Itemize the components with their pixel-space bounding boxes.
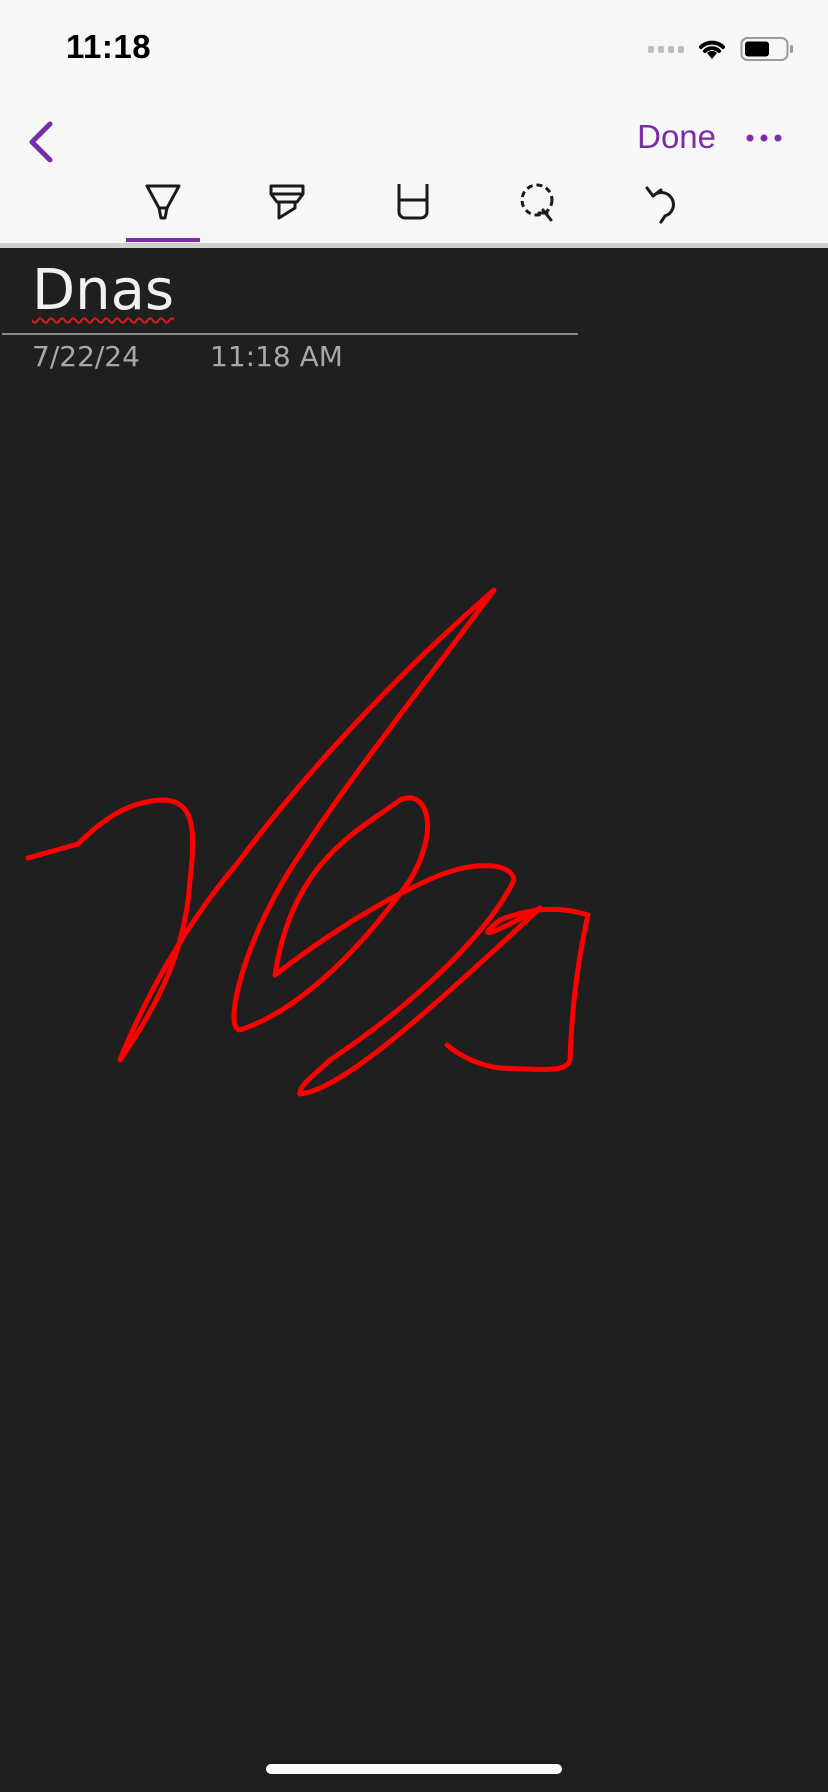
wifi-icon	[699, 40, 725, 59]
page-title[interactable]: Dnas	[32, 258, 174, 323]
drawing-toolbar	[0, 180, 828, 246]
cellular-signal-icon	[648, 45, 684, 53]
lasso-select-icon	[520, 183, 554, 222]
highlighter-icon	[269, 184, 305, 220]
top-bar: 11:18 Done	[0, 0, 828, 248]
note-screen: 11:18 Done Dnas 7/22/24 11:18 AM	[0, 0, 828, 1792]
undo-button[interactable]	[628, 180, 702, 242]
page-date: 7/22/24	[32, 340, 140, 373]
eraser-tool-button[interactable]	[376, 180, 450, 242]
pen-icon	[145, 184, 181, 220]
battery-icon	[740, 37, 793, 61]
lasso-tool-button[interactable]	[502, 180, 576, 242]
done-button[interactable]: Done	[637, 118, 716, 156]
back-button[interactable]	[22, 118, 62, 166]
undo-icon	[645, 186, 675, 224]
page-time: 11:18 AM	[210, 340, 343, 373]
more-options-button[interactable]	[744, 126, 784, 150]
nav-bar: Done	[0, 112, 828, 172]
ellipsis-icon	[746, 134, 782, 142]
highlighter-tool-button[interactable]	[250, 180, 324, 242]
title-divider	[2, 333, 578, 335]
pen-tool-button[interactable]	[126, 180, 200, 242]
ink-stroke	[25, 587, 591, 1097]
status-time: 11:18	[66, 28, 152, 65]
toolbar-divider	[0, 243, 828, 248]
home-indicator[interactable]	[266, 1764, 562, 1774]
status-icons	[648, 36, 794, 62]
chevron-left-icon	[29, 121, 53, 163]
eraser-icon	[397, 184, 429, 220]
